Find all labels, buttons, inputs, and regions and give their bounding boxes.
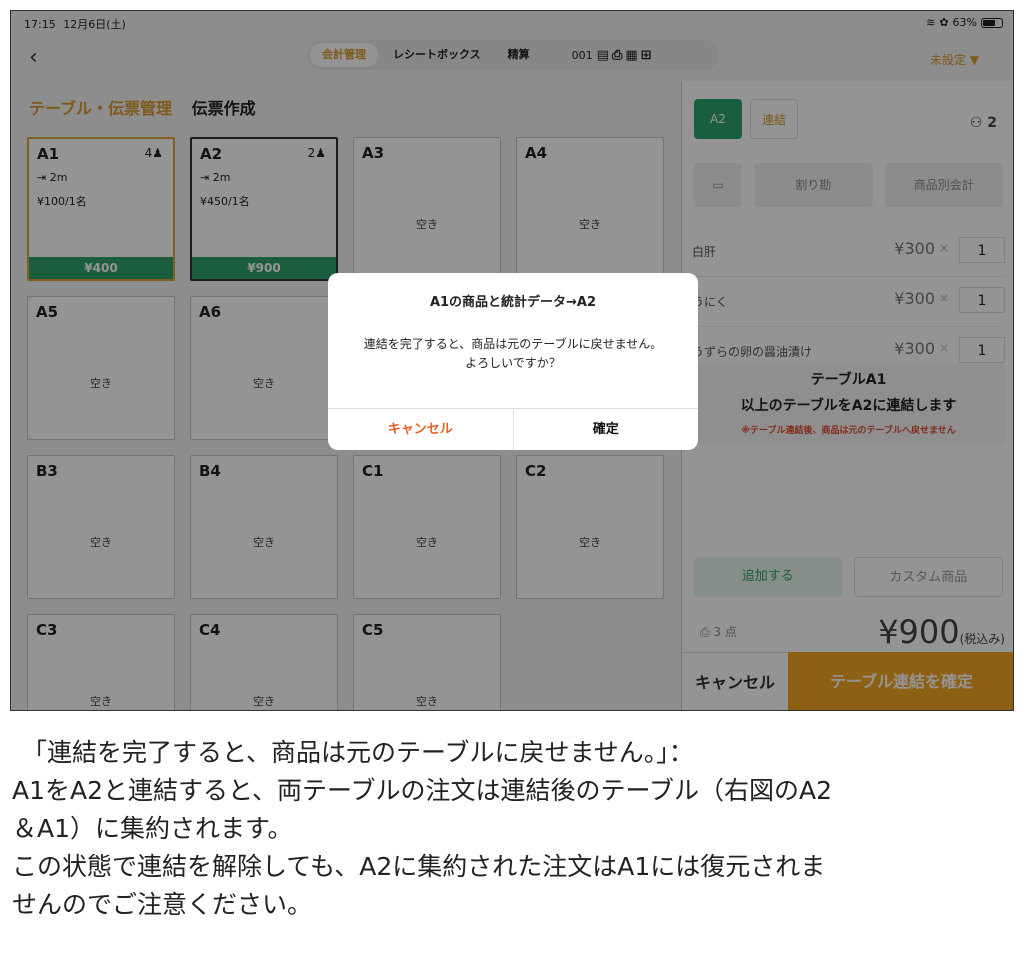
dialog-question: よろしいですか？ [465,356,561,370]
caption-line: 「連結を完了すると、商品は元のテーブルに戻せません。」： [22,738,694,767]
caption-line: この状態で連結を解除しても、A2に集約された注文はA1には復元されま [12,852,826,881]
dialog-cancel-button[interactable]: キャンセル [328,409,514,450]
caption-line: ＆A1）に集約されます。 [12,814,293,843]
dialog-message: 連結を完了すると、商品は元のテーブルに戻せません。 [363,337,663,351]
dialog-ok-button[interactable]: 確定 [514,409,699,450]
app-screen: 17:15 12月6日(土) ≋ ✿ 63% ‹ 会計管理 レシートボックス 精… [10,10,1014,711]
caption-line: A1をA2と連結すると、両テーブルの注文は連結後のテーブル（右図のA2 [12,776,833,805]
caption-line: せんのでご注意ください。 [12,890,313,919]
link-confirm-dialog: A1の商品と統計データ→A2 連結を完了すると、商品は元のテーブルに戻せません。… [328,273,698,450]
explanation-text: 「連結を完了すると、商品は元のテーブルに戻せません。」： A1をA2と連結すると… [12,734,1016,924]
dialog-title: A1の商品と統計データ→A2 [429,295,597,310]
